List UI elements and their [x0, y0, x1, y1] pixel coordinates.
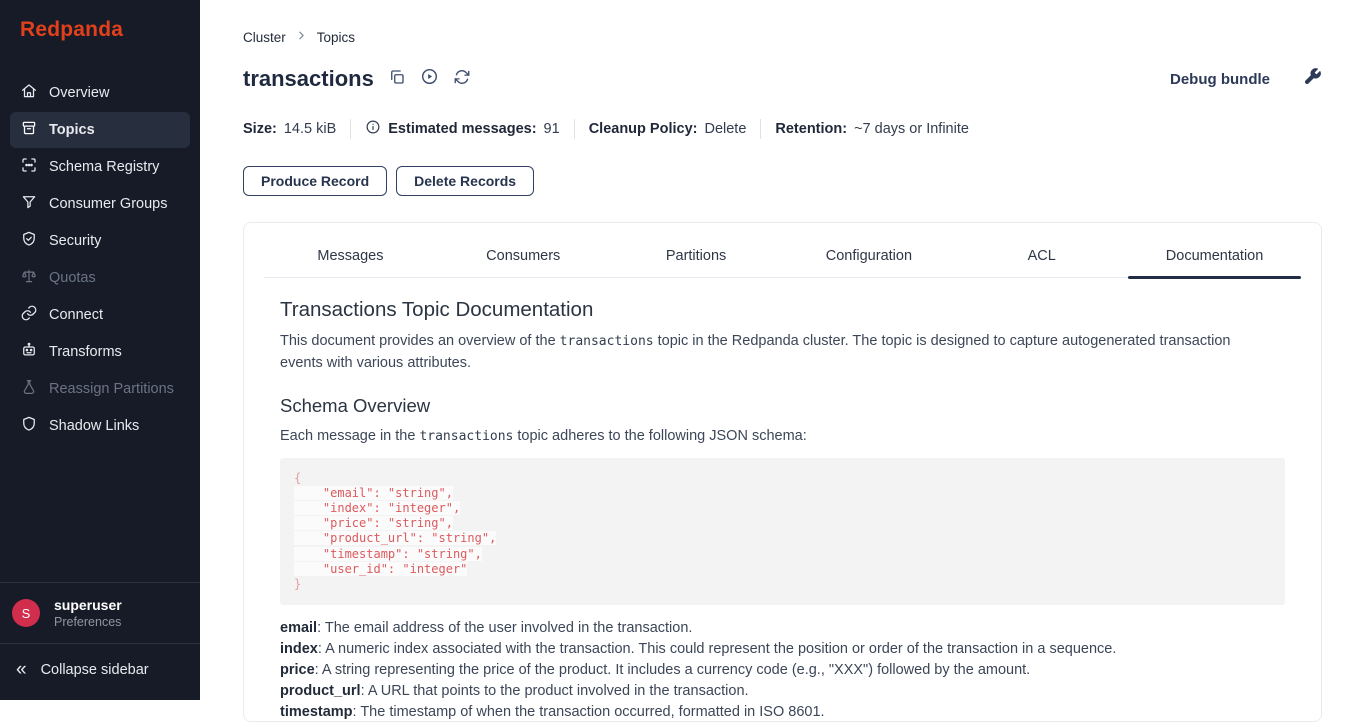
main-content: Cluster Topics transactions Debug bundle…: [200, 0, 1366, 700]
sidebar-item-connect[interactable]: Connect: [10, 297, 190, 333]
sidebar-item-label: Consumer Groups: [49, 196, 167, 212]
title-bar: transactions Debug bundle: [243, 66, 1322, 92]
sidebar-item-topics[interactable]: Topics: [10, 112, 190, 148]
sidebar-item-label: Overview: [49, 85, 109, 101]
inline-code: transactions: [419, 429, 513, 444]
collapse-sidebar-label: Collapse sidebar: [41, 662, 149, 678]
tab-partitions[interactable]: Partitions: [610, 238, 783, 277]
field-descriptions: email: The email address of the user inv…: [280, 618, 1285, 722]
funnel-icon: [20, 193, 38, 215]
debug-bundle-link[interactable]: Debug bundle: [1170, 71, 1270, 88]
tab-consumers[interactable]: Consumers: [437, 238, 610, 277]
sidebar-item-schema-registry[interactable]: Schema Registry: [10, 149, 190, 185]
topic-detail-card: Messages Consumers Partitions Configurat…: [243, 222, 1322, 722]
field-timestamp: timestamp: The timestamp of when the tra…: [280, 702, 1285, 722]
wrench-icon[interactable]: [1270, 67, 1322, 91]
double-chevron-left-icon: «: [16, 663, 27, 677]
doc-title: Transactions Topic Documentation: [280, 298, 1285, 322]
delete-records-button[interactable]: Delete Records: [396, 166, 534, 196]
sidebar-item-security[interactable]: Security: [10, 223, 190, 259]
avatar: S: [12, 599, 40, 627]
tab-configuration[interactable]: Configuration: [782, 238, 955, 277]
chevron-right-icon: [295, 29, 308, 45]
user-name: superuser: [54, 597, 122, 613]
sidebar-item-label: Quotas: [49, 270, 96, 286]
sidebar-item-quotas[interactable]: Quotas: [10, 260, 190, 296]
topic-stats: Size: 14.5 kiB Estimated messages: 91 Cl…: [243, 119, 969, 139]
schema-intro: Each message in the transactions topic a…: [280, 426, 1275, 448]
divider: [574, 119, 575, 139]
stat-size: Size: 14.5 kiB: [243, 121, 336, 137]
inline-code: transactions: [560, 334, 654, 349]
flask-icon: [20, 378, 38, 400]
breadcrumb: Cluster Topics: [243, 29, 355, 45]
link-icon: [20, 304, 38, 326]
sidebar-item-consumer-groups[interactable]: Consumer Groups: [10, 186, 190, 222]
schema-icon: [20, 156, 38, 178]
sidebar-item-label: Connect: [49, 307, 103, 323]
produce-record-button[interactable]: Produce Record: [243, 166, 387, 196]
sidebar-item-label: Schema Registry: [49, 159, 159, 175]
sidebar-item-label: Transforms: [49, 344, 122, 360]
copy-icon[interactable]: [388, 68, 406, 91]
tab-acl[interactable]: ACL: [955, 238, 1128, 277]
divider: [350, 119, 351, 139]
tab-messages[interactable]: Messages: [264, 238, 437, 277]
redpanda-logo: Redpanda: [0, 0, 200, 48]
sidebar: Redpanda Overview Topics Schema Registry…: [0, 0, 200, 700]
robot-icon: [20, 341, 38, 363]
schema-overview-heading: Schema Overview: [280, 395, 1285, 417]
sidebar-item-label: Security: [49, 233, 101, 249]
collapse-sidebar-button[interactable]: « Collapse sidebar: [0, 644, 200, 700]
field-product-url: product_url: A URL that points to the pr…: [280, 681, 1285, 702]
stat-cleanup-policy: Cleanup Policy: Delete: [589, 121, 747, 137]
sidebar-nav: Overview Topics Schema Registry Consumer…: [0, 74, 200, 582]
sidebar-item-reassign-partitions[interactable]: Reassign Partitions: [10, 371, 190, 407]
user-preferences-link[interactable]: Preferences: [54, 615, 122, 629]
tab-documentation[interactable]: Documentation: [1128, 238, 1301, 277]
sidebar-item-label: Topics: [49, 122, 95, 138]
shield-icon: [20, 415, 38, 437]
breadcrumb-cluster[interactable]: Cluster: [243, 30, 286, 45]
play-circle-icon[interactable]: [420, 67, 439, 91]
stat-retention: Retention: ~7 days or Infinite: [775, 121, 969, 137]
doc-intro: This document provides an overview of th…: [280, 331, 1275, 374]
sidebar-item-label: Shadow Links: [49, 418, 139, 434]
sidebar-item-overview[interactable]: Overview: [10, 75, 190, 111]
info-icon[interactable]: [365, 119, 381, 139]
field-index: index: A numeric index associated with t…: [280, 639, 1285, 660]
stat-estimated-messages: Estimated messages: 91: [365, 119, 559, 139]
scale-icon: [20, 267, 38, 289]
user-menu[interactable]: S superuser Preferences: [0, 582, 200, 644]
tab-bar: Messages Consumers Partitions Configurat…: [264, 223, 1301, 278]
field-price: price: A string representing the price o…: [280, 660, 1285, 681]
field-email: email: The email address of the user inv…: [280, 618, 1285, 639]
divider: [760, 119, 761, 139]
page-title: transactions: [243, 66, 374, 92]
breadcrumb-topics[interactable]: Topics: [317, 30, 355, 45]
shield-check-icon: [20, 230, 38, 252]
json-schema-code-block: { "email": "string", "index": "integer",…: [280, 458, 1285, 606]
box-icon: [20, 119, 38, 141]
home-icon: [20, 82, 38, 104]
documentation-panel: Transactions Topic Documentation This do…: [244, 278, 1321, 722]
action-buttons: Produce Record Delete Records: [243, 166, 534, 196]
sidebar-item-label: Reassign Partitions: [49, 381, 174, 397]
sidebar-item-transforms[interactable]: Transforms: [10, 334, 190, 370]
refresh-icon[interactable]: [453, 68, 471, 91]
sidebar-item-shadow-links[interactable]: Shadow Links: [10, 408, 190, 444]
